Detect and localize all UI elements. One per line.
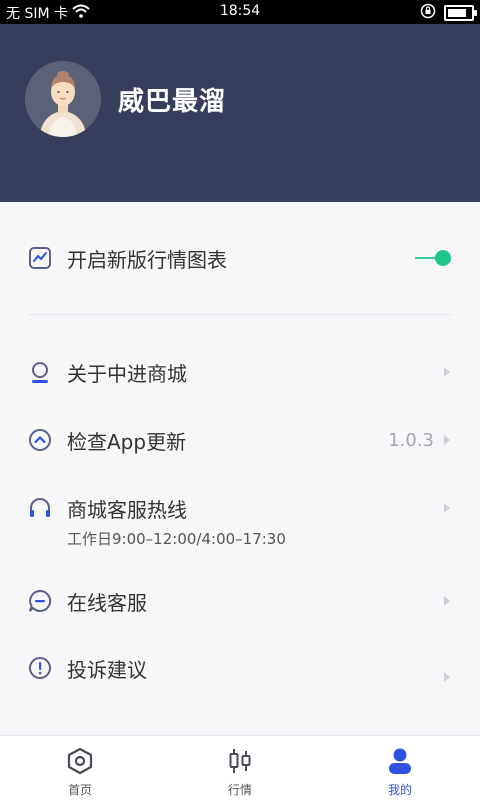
check-update-label: 检查App更新 [67,429,187,454]
chevron-right-icon [444,503,450,513]
tab-market[interactable]: 行情 [160,736,320,801]
update-icon [27,427,53,453]
feedback-row[interactable]: 投诉建议 [0,650,480,686]
tab-home[interactable]: 首页 [0,736,160,801]
tab-profile[interactable]: 我的 [320,736,480,801]
about-label: 关于中进商城 [67,361,187,386]
chart-toggle-label: 开启新版行情图表 [67,247,227,272]
hotline-hours: 工作日9:00–12:00/4:00–17:30 [67,529,286,548]
chat-icon [27,588,53,614]
about-icon [27,359,53,385]
chevron-right-icon [444,672,450,682]
chevron-right-icon [444,367,450,377]
feedback-label: 投诉建议 [67,657,147,682]
tab-home-label: 首页 [67,783,92,797]
divider [28,314,451,315]
hotline-label: 商城客服热线 [67,497,187,522]
headset-icon [27,495,53,521]
chart-toggle-switch[interactable] [415,250,451,266]
hotline-row[interactable]: 商城客服热线 [0,490,480,526]
about-row[interactable]: 关于中进商城 [0,354,480,390]
profile-icon [386,747,414,775]
username: 威巴最溜 [118,87,227,117]
tab-market-label: 行情 [227,783,252,797]
bottom-tab-bar: 首页 行情 我的 [0,735,480,801]
status-bar: 无 SIM 卡 18:54 [0,0,480,24]
home-icon [66,747,94,775]
chevron-right-icon [444,596,450,606]
check-update-row[interactable]: 检查App更新 1.0.3 [0,422,480,458]
chevron-right-icon [444,435,450,445]
user-avatar[interactable] [25,61,101,137]
settings-list: 开启新版行情图表 关于中进商城 检查App更新 1.0.3 商城客服热线 工作日… [0,202,480,735]
profile-header: 威巴最溜 [0,24,480,202]
hotline-hours-row: 工作日9:00–12:00/4:00–17:30 [0,526,480,550]
status-right [420,3,477,23]
rotation-lock-icon [420,3,436,23]
battery-icon [444,5,477,21]
online-service-label: 在线客服 [67,590,147,615]
alert-icon [27,655,53,681]
app-version: 1.0.3 [388,429,434,451]
chart-icon [27,245,53,271]
candlestick-icon [226,747,254,775]
clock: 18:54 [219,3,261,19]
tab-profile-label: 我的 [387,783,412,797]
online-service-row[interactable]: 在线客服 [0,583,480,619]
chart-toggle-row[interactable]: 开启新版行情图表 [0,240,480,276]
